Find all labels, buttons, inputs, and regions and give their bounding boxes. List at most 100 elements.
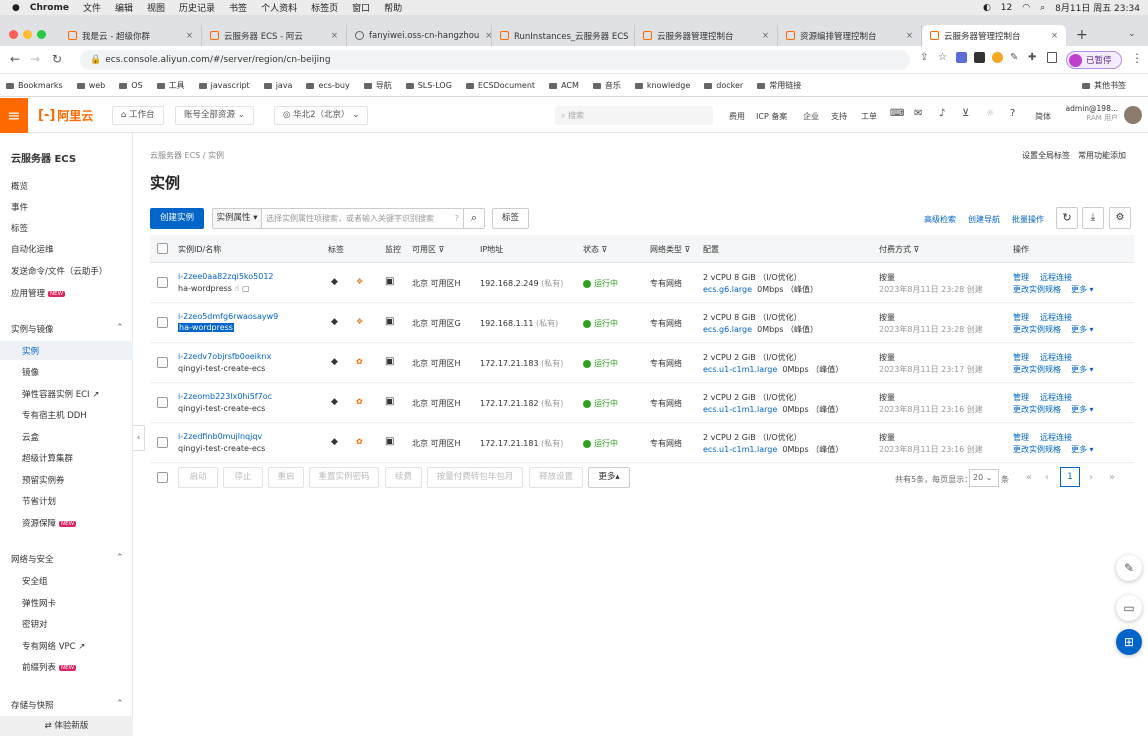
create-instance-button[interactable]: 创建实例 (150, 208, 204, 229)
bookmark-item[interactable]: javascript (199, 81, 250, 90)
row-checkbox[interactable] (157, 357, 168, 368)
chat-float-button[interactable]: ▭ (1116, 595, 1142, 621)
mail-icon[interactable]: ✉ (914, 108, 922, 119)
prev-page-icon[interactable]: ‹ (1045, 472, 1049, 483)
lock-icon[interactable]: 🔒 (90, 55, 101, 65)
header-link-ticket[interactable]: 工单 (861, 111, 877, 122)
sidebar-item-automation[interactable]: 自动化运维 (11, 243, 54, 255)
cart-icon[interactable]: ⊻ (962, 108, 969, 119)
sidebar-section-network[interactable]: 网络与安全 (11, 553, 54, 565)
close-icon[interactable]: × (325, 31, 338, 41)
monitor-icon[interactable]: ▣ (385, 276, 394, 287)
menu-window[interactable]: 窗口 (352, 1, 370, 14)
tab-search-icon[interactable]: ⌄ (1128, 29, 1136, 39)
sidebar-item-events[interactable]: 事件 (11, 201, 28, 213)
export-button[interactable]: ⤓ (1082, 207, 1104, 229)
remote-connect-link[interactable]: 远程连接 (1040, 432, 1072, 443)
col-zone[interactable]: 可用区 ⊽ (412, 244, 444, 255)
avatar[interactable] (1124, 106, 1142, 124)
menu-help[interactable]: 帮助 (384, 1, 402, 14)
wifi-icon[interactable]: ◠ (1022, 3, 1030, 13)
manage-link[interactable]: 管理 (1013, 272, 1029, 283)
region-select[interactable]: ◎ 华北2（北京） ⌄ (274, 106, 369, 125)
sidebar-item-eni[interactable]: 弹性网卡 (22, 597, 56, 609)
manage-link[interactable]: 管理 (1013, 312, 1029, 323)
sidebar-item-scc[interactable]: 超级计算集群 (22, 452, 73, 464)
profile-button[interactable]: 已暂停 (1066, 51, 1122, 69)
edit-float-button[interactable]: ✎ (1116, 555, 1142, 581)
menu-tabs[interactable]: 标签页 (311, 1, 338, 14)
instance-id-link[interactable]: i-2zeomb223lx0hi5f7oc (178, 392, 272, 401)
sidebar-item-instances[interactable]: 实例 (22, 345, 39, 357)
header-link-enterprise[interactable]: 企业 (803, 111, 819, 122)
language-switch[interactable]: 简体 (1035, 111, 1051, 122)
menu-history[interactable]: 历史记录 (179, 1, 215, 14)
remote-connect-link[interactable]: 远程连接 (1040, 312, 1072, 323)
manage-link[interactable]: 管理 (1013, 392, 1029, 403)
lightbulb-icon[interactable]: ☼ (986, 108, 995, 119)
header-link-support[interactable]: 支持 (831, 111, 847, 122)
share-icon[interactable]: ⇪ (920, 52, 928, 63)
tag-icon[interactable]: ◆ (331, 317, 338, 327)
bookmark-item[interactable]: 工具 (157, 80, 185, 91)
more-link[interactable]: 更多 ▾ (1071, 444, 1094, 455)
close-icon[interactable]: × (1045, 31, 1058, 41)
bell-icon[interactable]: ♪ (939, 108, 945, 119)
tag-icon[interactable]: ◆ (331, 437, 338, 447)
instance-id-link[interactable]: i-2zee0aa82zqi5ko5012 (178, 272, 274, 281)
sidebar-item-images[interactable]: 镜像 (22, 366, 39, 378)
sidebar-collapse-button[interactable]: ‹ (133, 425, 145, 451)
instance-search-input[interactable]: 选择实例属性项搜索，或者输入关键字识别搜索 ? (261, 208, 464, 229)
close-window-button[interactable] (9, 30, 18, 39)
first-page-icon[interactable]: « (1026, 472, 1032, 483)
zoom-window-button[interactable] (37, 30, 46, 39)
cloudshell-icon[interactable]: ⌨ (890, 108, 904, 119)
sidebar-item-prefix-list[interactable]: 前缀列表 NEW (22, 661, 77, 673)
puzzle-icon[interactable]: ✚ (1028, 52, 1036, 63)
sidebar-item-security-group[interactable]: 安全组 (22, 575, 48, 587)
sidebar-item-tags[interactable]: 标签 (11, 222, 28, 234)
bookmark-item[interactable]: web (77, 81, 106, 90)
help-icon[interactable]: ? (1010, 108, 1015, 119)
sidebar-item-ri[interactable]: 预留实例券 (22, 474, 65, 486)
change-spec-link[interactable]: 更改实例规格 (1013, 364, 1061, 375)
try-new-version-button[interactable]: ⇄ 体验新版 (0, 716, 133, 736)
release-settings-button[interactable]: 释放设置 (529, 467, 583, 488)
tag-icon[interactable]: ◆ (331, 397, 338, 407)
menu-kebab-icon[interactable]: ⋮ (1131, 51, 1143, 65)
more-link[interactable]: 更多 ▾ (1071, 324, 1094, 335)
bookmark-item[interactable]: 常用链接 (757, 80, 801, 91)
workbench-button[interactable]: ⌂ 工作台 (112, 106, 164, 125)
stop-button[interactable]: 停止 (223, 467, 263, 488)
extension-icon[interactable] (956, 52, 967, 63)
reload-icon[interactable]: ↻ (52, 52, 62, 66)
chevron-up-icon[interactable]: ⌃ (116, 323, 124, 333)
browser-tab[interactable]: 云服务器 ECS - 阿云 × (202, 25, 347, 46)
header-link-billing[interactable]: 费用 (729, 111, 745, 122)
header-link-icp[interactable]: ICP 备案 (756, 111, 787, 122)
instance-id-link[interactable]: i-2zeo5dmfg6rwaosayw9 (178, 312, 278, 321)
menu-profile[interactable]: 个人资料 (261, 1, 297, 14)
close-icon[interactable]: × (900, 31, 913, 41)
menu-file[interactable]: 文件 (83, 1, 101, 14)
select-all-checkbox[interactable] (157, 243, 168, 254)
page-number-current[interactable]: 1 (1060, 467, 1080, 487)
bookmark-item[interactable]: ecs-buy (306, 81, 349, 90)
settings-button[interactable]: ⚙ (1109, 207, 1131, 229)
change-spec-link[interactable]: 更改实例规格 (1013, 284, 1061, 295)
bookmark-other[interactable]: 其他书签 (1082, 80, 1126, 91)
row-checkbox[interactable] (157, 397, 168, 408)
menu-app[interactable]: Chrome (30, 3, 69, 13)
sidebar-item-vpc[interactable]: 专有网络 VPC ↗ (22, 640, 85, 652)
browser-tab-active[interactable]: 云服务器管理控制台 × (922, 25, 1066, 46)
address-bar[interactable]: 🔒 ecs.console.aliyun.com/#/server/region/… (80, 50, 910, 70)
breadcrumb[interactable]: 云服务器 ECS / 实例 (150, 150, 224, 161)
row-checkbox[interactable] (157, 317, 168, 328)
monitor-icon[interactable]: ▣ (385, 396, 394, 407)
global-search-input[interactable]: ⌕ 搜索 (555, 106, 713, 125)
remote-connect-link[interactable]: 远程连接 (1040, 392, 1072, 403)
common-functions-link[interactable]: 常用功能添加 (1078, 150, 1126, 161)
minimize-window-button[interactable] (23, 30, 32, 39)
browser-tab[interactable]: 云服务器管理控制台 × (635, 25, 778, 46)
filter-attribute-select[interactable]: 实例属性 ▾ (212, 208, 262, 229)
